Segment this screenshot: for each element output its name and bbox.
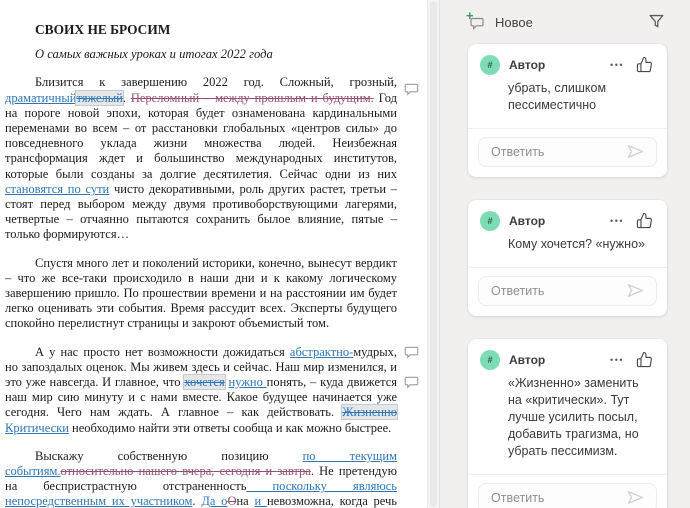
more-options-button[interactable]: ••• bbox=[606, 214, 628, 228]
inserted-text-run: абстрактно- bbox=[290, 345, 353, 359]
thumbs-up-icon[interactable] bbox=[636, 212, 654, 230]
comment-card-header: # Автор ••• bbox=[480, 55, 654, 75]
document-content[interactable]: СВОИХ НЕ БРОСИМ О самых важных уроках и … bbox=[0, 0, 427, 508]
word-review-window: СВОИХ НЕ БРОСИМ О самых важных уроках и … bbox=[0, 0, 690, 508]
avatar: # bbox=[480, 55, 500, 75]
send-icon[interactable] bbox=[625, 141, 647, 163]
comment-card-header: # Автор ••• bbox=[480, 211, 654, 231]
scrollbar-thumb[interactable] bbox=[430, 1, 437, 507]
comments-panel: + Новое # Автор ••• bbox=[440, 0, 690, 508]
reply-input[interactable] bbox=[491, 145, 625, 159]
comment-text: Кому хочется? «нужно» bbox=[508, 236, 652, 253]
send-icon[interactable] bbox=[625, 487, 647, 508]
comment-bubble-icon[interactable] bbox=[404, 82, 420, 97]
comment-card[interactable]: # Автор ••• Кому хочется? «нужно» bbox=[468, 200, 667, 316]
comment-author: Автор bbox=[509, 58, 545, 72]
filter-icon[interactable] bbox=[647, 12, 667, 32]
document-title: СВОИХ НЕ БРОСИМ bbox=[5, 22, 397, 37]
thumbs-up-icon[interactable] bbox=[636, 56, 654, 74]
inserted-text-run: драматичный bbox=[5, 91, 76, 105]
text-run: Близится к завершению 2022 год. Сложный,… bbox=[35, 75, 397, 89]
text-run: необходимо найти эти ответы сообща и как… bbox=[69, 421, 391, 435]
more-options-button[interactable]: ••• bbox=[606, 353, 628, 367]
comments-list: # Автор ••• убрать, слишком пессиместичн… bbox=[468, 44, 667, 508]
comment-author: Автор bbox=[509, 353, 545, 367]
new-comment-icon: + bbox=[468, 13, 487, 31]
inserted-text-run: становятся по сути bbox=[5, 182, 109, 196]
new-comment-button[interactable]: + Новое bbox=[468, 13, 533, 31]
more-options-button[interactable]: ••• bbox=[606, 58, 628, 72]
deleted-text-anchor-run: хочется bbox=[184, 375, 224, 389]
text-run: на bbox=[236, 494, 254, 508]
comments-toolbar: + Новое bbox=[468, 0, 667, 44]
comment-card-body: # Автор ••• убрать, слишком пессиместичн… bbox=[468, 44, 667, 128]
reply-input[interactable] bbox=[491, 491, 625, 505]
paragraph[interactable]: Близится к завершению 2022 год. Сложный,… bbox=[5, 75, 397, 242]
inserted-text-run: Да о bbox=[201, 494, 227, 508]
text-run: А у нас просто нет возможности дожидатьс… bbox=[35, 345, 290, 359]
thumbs-up-icon[interactable] bbox=[636, 351, 654, 369]
deleted-text-anchor-run: тяжелый bbox=[76, 91, 122, 105]
reply-box[interactable] bbox=[478, 137, 657, 167]
text-run: Спустя много лет и поколений историки, к… bbox=[5, 256, 397, 331]
text-run: Выскажу собственную позицию bbox=[35, 449, 303, 463]
comment-bubble-icon[interactable] bbox=[404, 375, 420, 390]
document-subtitle: О самых важных уроках и итогах 2022 года bbox=[5, 47, 397, 62]
comment-card-body: # Автор ••• «Жизненно» заменить на «крит… bbox=[468, 339, 667, 474]
comment-author: Автор bbox=[509, 214, 545, 228]
inserted-text-run: нужно bbox=[229, 375, 267, 389]
inserted-text-run: и bbox=[254, 494, 266, 508]
new-comment-label: Новое bbox=[495, 15, 533, 30]
comment-text: «Жизненно» заменить на «критически». Тут… bbox=[508, 375, 652, 460]
send-icon[interactable] bbox=[625, 280, 647, 302]
comment-card[interactable]: # Автор ••• «Жизненно» заменить на «крит… bbox=[468, 339, 667, 508]
reply-input[interactable] bbox=[491, 284, 625, 298]
paragraph[interactable]: Спустя много лет и поколений историки, к… bbox=[5, 256, 397, 332]
paragraph[interactable]: А у нас просто нет возможности дожидатьс… bbox=[5, 345, 397, 436]
paragraph[interactable]: Выскажу собственную позицию по текущим с… bbox=[5, 449, 397, 508]
comment-bubble-icon[interactable] bbox=[404, 345, 420, 360]
deleted-text-anchor-run: Жизненно bbox=[342, 405, 397, 419]
inserted-text-run: Критически bbox=[5, 421, 69, 435]
deleted-text-run: Переломный – между прошлым и будущим. bbox=[131, 91, 374, 105]
avatar: # bbox=[480, 211, 500, 231]
document-page[interactable]: СВОИХ НЕ БРОСИМ О самых важных уроках и … bbox=[0, 0, 427, 508]
comment-card-footer bbox=[468, 474, 667, 508]
comment-card[interactable]: # Автор ••• убрать, слишком пессиместичн… bbox=[468, 44, 667, 177]
text-run: . bbox=[192, 494, 201, 508]
comment-card-header: # Автор ••• bbox=[480, 350, 654, 370]
comment-text: убрать, слишком пессиместично bbox=[508, 80, 652, 114]
comment-card-footer bbox=[468, 128, 667, 177]
avatar: # bbox=[480, 350, 500, 370]
comment-card-body: # Автор ••• Кому хочется? «нужно» bbox=[468, 200, 667, 267]
comment-card-footer bbox=[468, 267, 667, 316]
reply-box[interactable] bbox=[478, 483, 657, 508]
document-scrollbar[interactable] bbox=[427, 0, 440, 508]
plus-icon: + bbox=[466, 9, 474, 22]
reply-box[interactable] bbox=[478, 276, 657, 306]
deleted-text-run: относительно нашего вчера, сегодня и зав… bbox=[61, 464, 311, 478]
text-run: . bbox=[123, 91, 131, 105]
